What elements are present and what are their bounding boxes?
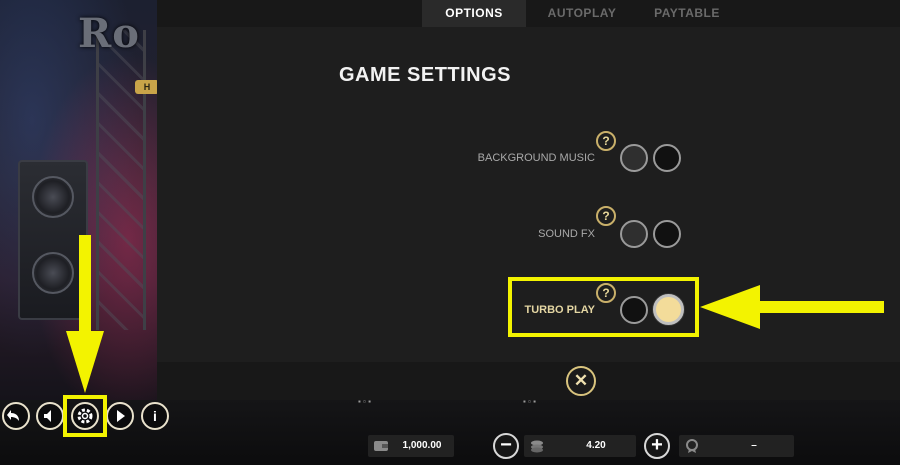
help-background-music-button[interactable]: ?: [596, 131, 616, 151]
win-display: –: [679, 435, 794, 457]
turbo-play-on-toggle[interactable]: [653, 294, 684, 325]
close-settings-button[interactable]: ✕: [566, 366, 596, 396]
gear-icon: [77, 408, 93, 424]
coins-icon: [531, 440, 543, 453]
increase-stake-button[interactable]: +: [644, 433, 670, 459]
win-value: –: [751, 440, 757, 451]
decrease-stake-button[interactable]: −: [493, 433, 519, 459]
balance-display: 1,000.00: [368, 435, 454, 457]
speaker-icon: [44, 410, 51, 422]
arrow-down-head: [66, 331, 104, 393]
settings-footer: [157, 362, 900, 400]
turbo-play-off-toggle[interactable]: [620, 296, 648, 324]
help-turbo-play-button[interactable]: ?: [596, 283, 616, 303]
speaker-cone: [32, 176, 74, 218]
arrow-left-shape: [700, 285, 884, 329]
setting-label-turbo-play: TURBO PLAY: [524, 304, 596, 316]
annotation-arrow-left: [700, 285, 884, 329]
settings-panel: OPTIONS AUTOPLAY PAYTABLE: [157, 0, 900, 400]
faint-text: ▪ ▫ ▪: [358, 397, 371, 406]
annotation-arrow-down: [66, 235, 104, 393]
background-music-off-toggle[interactable]: [620, 144, 648, 172]
stake-value: 4.20: [586, 440, 606, 451]
medal-icon: [686, 439, 698, 453]
sound-fx-on-toggle[interactable]: [653, 220, 681, 248]
tab-options[interactable]: OPTIONS: [422, 0, 526, 27]
setting-label-background-music: BACKGROUND MUSIC: [477, 152, 595, 164]
settings-tabs: OPTIONS AUTOPLAY PAYTABLE: [157, 0, 900, 27]
setting-label-sound-fx: SOUND FX: [538, 228, 595, 240]
help-sound-fx-button[interactable]: ?: [596, 206, 616, 226]
page-title: GAME SETTINGS: [338, 64, 512, 86]
arrow-down-shaft: [79, 235, 91, 335]
play-icon: [117, 410, 125, 422]
undo-arrow-icon: [7, 410, 19, 421]
tab-autoplay[interactable]: AUTOPLAY: [532, 0, 632, 27]
game-logo: Ro: [78, 10, 140, 57]
settings-button[interactable]: [71, 402, 99, 430]
faint-text: ▪ ▫ ▪: [523, 397, 536, 406]
sound-button[interactable]: [36, 402, 64, 430]
autoplay-button[interactable]: [106, 402, 134, 430]
background-music-on-toggle[interactable]: [653, 144, 681, 172]
sound-fx-off-toggle[interactable]: [620, 220, 648, 248]
balance-value: 1,000.00: [402, 440, 442, 451]
back-button[interactable]: [2, 402, 30, 430]
tab-paytable[interactable]: PAYTABLE: [637, 0, 737, 27]
stake-display: 4.20: [524, 435, 636, 457]
info-button[interactable]: i: [141, 402, 169, 430]
wallet-icon: [374, 441, 388, 451]
